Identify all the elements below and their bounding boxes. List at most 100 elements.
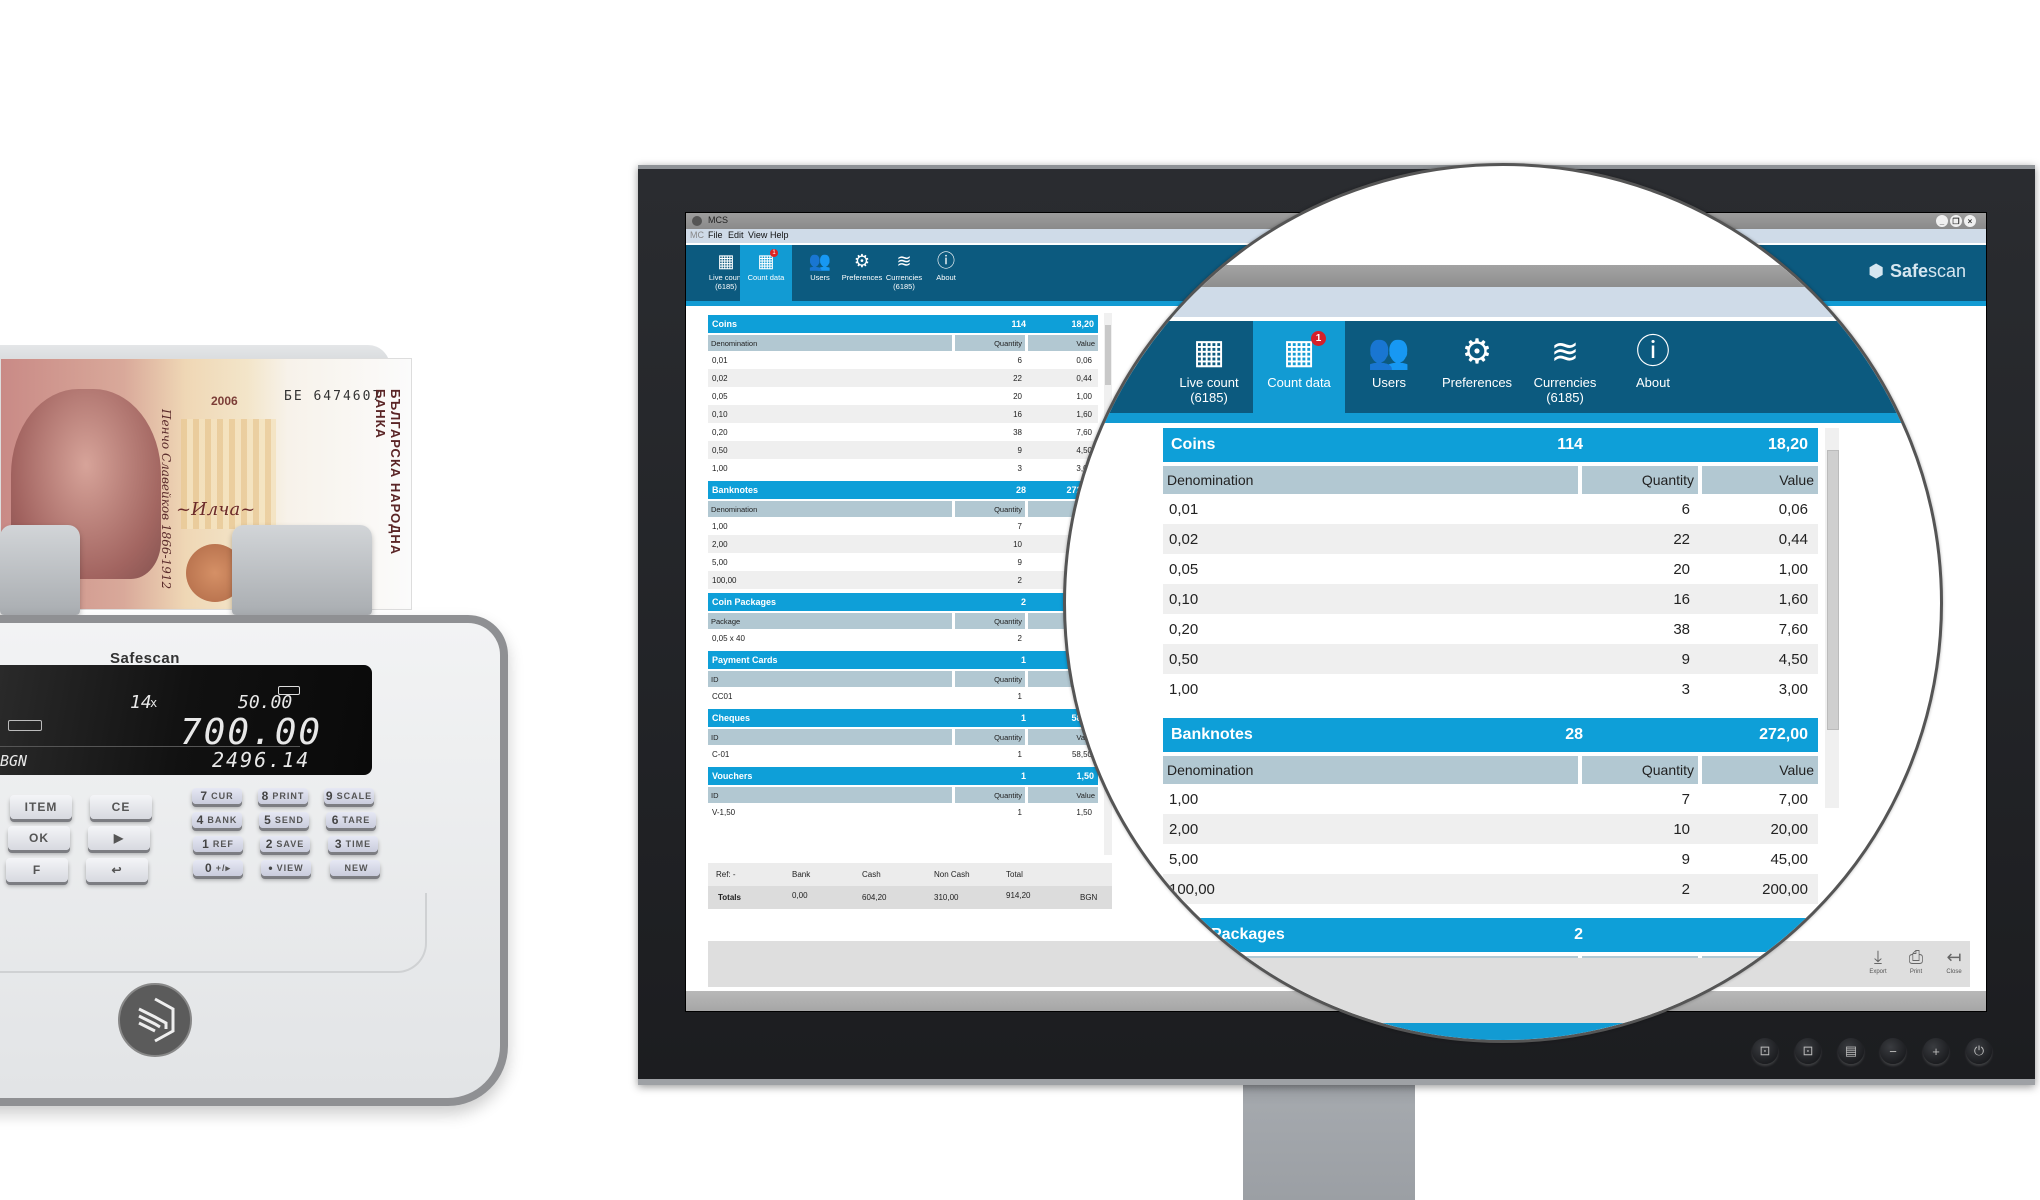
table-row[interactable]: 0,05 x 40 2 bbox=[708, 629, 1098, 647]
key-5-send[interactable]: 5 SEND bbox=[259, 812, 309, 828]
menu-app[interactable]: MC bbox=[690, 230, 704, 240]
mag-tab-users[interactable]: 👥 Users bbox=[1345, 321, 1433, 413]
column-header[interactable]: Quantity bbox=[955, 671, 1025, 687]
table-row[interactable]: 0,05201,00 bbox=[708, 387, 1098, 405]
monitor-menu-icon[interactable]: ▤ bbox=[1838, 1038, 1864, 1064]
column-header[interactable]: Denomination bbox=[1163, 466, 1578, 494]
column-header[interactable]: Quantity bbox=[1582, 466, 1698, 494]
key-dot-view[interactable]: • VIEW bbox=[261, 860, 311, 876]
mag-tab-about[interactable]: ⓘ About bbox=[1609, 321, 1697, 413]
mag-table-row[interactable]: 2,00 10 20,00 bbox=[1163, 814, 1818, 844]
key-4-bank[interactable]: 4 BANK bbox=[192, 812, 242, 828]
maximize-button[interactable]: ❐ bbox=[1950, 215, 1962, 227]
menu-edit[interactable]: Edit bbox=[728, 230, 744, 240]
monitor-input-right-icon[interactable]: ⊡ bbox=[1795, 1038, 1821, 1064]
key-0[interactable]: 0 +/▸ bbox=[193, 860, 243, 876]
mag-table-row[interactable]: 100,00 2 200,00 bbox=[1163, 874, 1818, 904]
column-header[interactable]: ID bbox=[708, 671, 952, 687]
table-row[interactable]: V-1,50 1 1,50 bbox=[708, 803, 1098, 821]
table-row[interactable]: 0,20 38 7,60 bbox=[708, 423, 1098, 441]
column-header[interactable]: Denomination bbox=[1163, 756, 1578, 784]
mag-title-bar bbox=[1066, 265, 1843, 287]
column-header[interactable]: Quantity bbox=[955, 335, 1025, 351]
key-7-cur[interactable]: 7 CUR bbox=[192, 788, 242, 804]
menu-file[interactable]: File bbox=[708, 230, 723, 240]
table-row[interactable]: 1,0077,00 bbox=[708, 517, 1098, 535]
tab-count-data[interactable]: ▦ Count data 1 bbox=[740, 245, 792, 301]
key-play[interactable]: ▶ bbox=[88, 826, 150, 850]
key-1-ref[interactable]: 1 REF bbox=[193, 836, 243, 852]
key-6-tare[interactable]: 6 TARE bbox=[326, 812, 376, 828]
key-ok[interactable]: OK bbox=[8, 826, 70, 850]
column-header[interactable]: Quantity bbox=[955, 613, 1025, 629]
column-header[interactable]: Quantity bbox=[955, 729, 1025, 745]
monitor-power-icon[interactable]: ⏻ bbox=[1966, 1038, 1992, 1064]
section-header[interactable]: Coins11418,20 bbox=[708, 315, 1098, 333]
table-row[interactable]: 0,10161,60 bbox=[708, 405, 1098, 423]
mag-table-row[interactable]: 5,00 9 45,00 bbox=[1163, 844, 1818, 874]
table-row[interactable]: 0,0160,06 bbox=[708, 351, 1098, 369]
key-item[interactable]: ITEM bbox=[10, 795, 72, 819]
column-header[interactable]: Denomination bbox=[708, 501, 952, 517]
section-header[interactable]: Vouchers 1 1,50 bbox=[708, 767, 1098, 785]
column-header[interactable]: ID bbox=[708, 729, 952, 745]
table-row[interactable]: 100,002200,00 bbox=[708, 571, 1098, 589]
key-8-print[interactable]: 8 PRINT bbox=[258, 788, 308, 804]
mag-table-row[interactable]: 0,02 22 0,44 bbox=[1163, 524, 1818, 554]
monitor-input-left-icon[interactable]: ⊡ bbox=[1752, 1038, 1778, 1064]
column-header[interactable]: Value bbox=[1702, 756, 1818, 784]
section-header[interactable]: Coin Packages24 bbox=[708, 593, 1098, 611]
table-row[interactable]: 0,50 9 4,50 bbox=[708, 441, 1098, 459]
mag-scrollbar[interactable] bbox=[1825, 428, 1839, 808]
mag-table-row[interactable]: 1,00 3 3,00 bbox=[1163, 674, 1818, 704]
column-header[interactable]: Package bbox=[708, 613, 952, 629]
section-header[interactable]: Payment Cards12 bbox=[708, 651, 1098, 669]
monitor-minus-icon[interactable]: − bbox=[1880, 1038, 1906, 1064]
table-row[interactable]: C-01 1 58,50 bbox=[708, 745, 1098, 763]
key-new[interactable]: NEW bbox=[330, 860, 380, 876]
mag-tab-live-count[interactable]: ▦ Live count (6185) bbox=[1165, 321, 1253, 413]
column-header[interactable]: Quantity bbox=[1582, 756, 1698, 784]
tab-about[interactable]: ⓘ About bbox=[920, 245, 972, 301]
key-f[interactable]: F bbox=[6, 858, 68, 882]
mag-tab-count-data[interactable]: ▦ Count data 1 bbox=[1253, 321, 1345, 413]
key-ce[interactable]: CE bbox=[90, 795, 152, 819]
key-2-save[interactable]: 2 SAVE bbox=[260, 836, 310, 852]
close-window-button[interactable]: × bbox=[1964, 215, 1976, 227]
table-row[interactable]: 2,001020,00 bbox=[708, 535, 1098, 553]
table-row[interactable]: 1,0033,00 bbox=[708, 459, 1098, 477]
table-cell: 9 bbox=[1681, 850, 1690, 868]
mag-scroll-thumb[interactable] bbox=[1827, 450, 1839, 730]
menu-help[interactable]: Help bbox=[770, 230, 789, 240]
mag-table-row[interactable]: 0,50 9 4,50 bbox=[1163, 644, 1818, 674]
column-header[interactable]: Quantity bbox=[955, 787, 1025, 803]
mag-tab-preferences[interactable]: ⚙ Preferences bbox=[1433, 321, 1521, 413]
column-header[interactable]: Value bbox=[1702, 466, 1818, 494]
monitor-plus-icon[interactable]: + bbox=[1923, 1038, 1949, 1064]
section-quantity: 2 bbox=[1574, 926, 1583, 943]
column-header[interactable]: ID bbox=[708, 787, 952, 803]
mag-section-header[interactable]: Coin Packages 2 4 bbox=[1163, 918, 1818, 952]
menu-view[interactable]: View bbox=[748, 230, 767, 240]
table-row[interactable]: 5,00945,00 bbox=[708, 553, 1098, 571]
section-header[interactable]: Banknotes28272,00 bbox=[708, 481, 1098, 499]
close-button[interactable]: ↤ Close bbox=[1934, 945, 1974, 975]
mag-table-row[interactable]: 1,00 7 7,00 bbox=[1163, 784, 1818, 814]
banknote-bank-name: БЪЛГАРСКА НАРОДНА БАНКА bbox=[373, 389, 403, 556]
mag-table-row[interactable]: 0,01 6 0,06 bbox=[1163, 494, 1818, 524]
key-9-scale[interactable]: 9 SCALE bbox=[324, 788, 374, 804]
section-header[interactable]: Cheques158,50 bbox=[708, 709, 1098, 727]
mag-tab-currencies[interactable]: ≋ Currencies (6185) bbox=[1521, 321, 1609, 413]
column-header[interactable]: Denomination bbox=[708, 335, 952, 351]
mag-table-row[interactable]: 0,10 16 1,60 bbox=[1163, 584, 1818, 614]
mag-section-header[interactable]: Coins 114 18,20 bbox=[1163, 428, 1818, 462]
section-value: 18,20 bbox=[1767, 436, 1808, 453]
column-header[interactable]: Quantity bbox=[955, 501, 1025, 517]
key-back[interactable]: ↩ bbox=[86, 858, 148, 882]
table-row[interactable]: CC01 1 bbox=[708, 687, 1098, 705]
table-row[interactable]: 0,02220,44 bbox=[708, 369, 1098, 387]
mag-section-header[interactable]: Banknotes 28 272,00 bbox=[1163, 718, 1818, 752]
mag-table-row[interactable]: 0,05 20 1,00 bbox=[1163, 554, 1818, 584]
key-3-time[interactable]: 3 TIME bbox=[328, 836, 378, 852]
mag-table-row[interactable]: 0,20 38 7,60 bbox=[1163, 614, 1818, 644]
